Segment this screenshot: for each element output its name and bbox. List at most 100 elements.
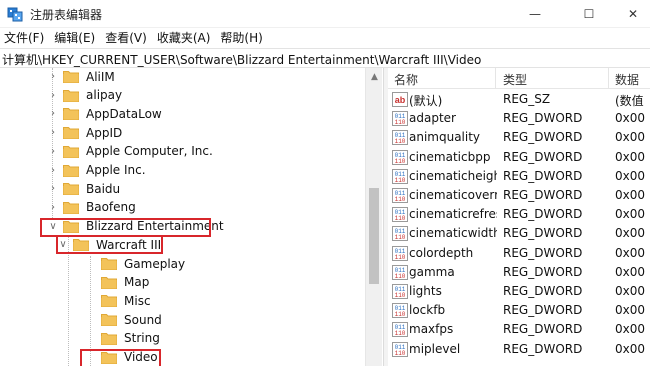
folder-icon — [101, 295, 117, 308]
tree-item-label: Misc — [124, 293, 151, 308]
menu-item[interactable]: 收藏夹(A) — [153, 28, 217, 48]
tree-item-baofeng[interactable]: › Baofeng — [46, 198, 136, 217]
value-name: cinematicheight — [409, 168, 497, 183]
folder-icon — [63, 201, 79, 214]
column-header-type[interactable]: 类型 — [503, 71, 527, 88]
tree-item-label: String — [124, 331, 160, 346]
title-bar: 注册表编辑器 — ☐ ✕ — [0, 0, 650, 28]
tree-item-label: Apple Computer, Inc. — [86, 144, 213, 159]
expand-arrow-icon[interactable]: › — [46, 161, 60, 180]
tree-scrollbar[interactable]: ▲ — [365, 68, 382, 366]
folder-icon — [63, 108, 79, 121]
tree-item-appid[interactable]: › AppID — [46, 123, 122, 142]
value-data: 0x00 — [615, 341, 646, 356]
svg-text:110: 110 — [395, 158, 406, 165]
value-name: gamma — [409, 264, 455, 279]
svg-text:110: 110 — [395, 138, 406, 145]
menu-bar: 文件(F) 编辑(E) 查看(V) 收藏夹(A) 帮助(H) — [0, 28, 650, 48]
column-divider[interactable] — [495, 68, 496, 89]
column-headers: 名称 类型 数据 — [388, 68, 650, 89]
tree-item-gameplay[interactable]: Gameplay — [84, 254, 185, 273]
svg-text:110: 110 — [395, 350, 406, 357]
minimize-button[interactable]: — — [512, 0, 558, 28]
menu-item[interactable]: 文件(F) — [0, 28, 50, 48]
svg-text:110: 110 — [395, 330, 406, 337]
value-type: REG_DWORD — [503, 168, 583, 183]
value-data: 0x00 — [615, 322, 646, 337]
tree-item-label: Gameplay — [124, 256, 186, 271]
annotation-highlight-box — [40, 217, 211, 237]
registry-tree: › AliIM › alipay › AppDataLow › AppID › Appl… — [0, 68, 383, 366]
value-data: 0x00 — [615, 168, 646, 183]
svg-text:110: 110 — [395, 215, 406, 222]
expand-arrow-icon[interactable]: › — [46, 198, 60, 217]
expand-arrow-icon[interactable]: › — [46, 104, 60, 123]
list-item[interactable]: 011 110cinematicrefresh REG_DWORD 0x00 — [388, 205, 650, 224]
folder-icon — [63, 127, 79, 140]
list-item[interactable]: 011 110 lights REG_DWORD 0x00 — [388, 282, 650, 301]
value-type: REG_DWORD — [503, 264, 583, 279]
tree-item-alipay[interactable]: › alipay — [46, 86, 122, 105]
expand-arrow-icon[interactable]: › — [46, 86, 60, 105]
tree-item-baidu[interactable]: › Baidu — [46, 179, 120, 198]
list-item[interactable]: 011 110 colordepth REG_DWORD 0x00 — [388, 244, 650, 263]
column-divider[interactable] — [608, 68, 609, 89]
folder-icon — [63, 145, 79, 158]
expand-arrow-icon[interactable]: › — [46, 123, 60, 142]
tree-item-label: Apple Inc. — [86, 163, 146, 177]
dword-value-icon: 011 110 — [392, 130, 408, 146]
value-name: colordepth — [409, 245, 474, 260]
tree-item-map[interactable]: Map — [84, 273, 149, 292]
list-item[interactable]: 011 110 miplevel REG_DWORD 0x00 — [388, 340, 650, 359]
scroll-thumb[interactable] — [369, 188, 379, 284]
list-item[interactable]: 011 110 cinematicbpp REG_DWORD 0x00 — [388, 148, 650, 167]
tree-item-label: AppDataLow — [86, 106, 162, 121]
address-bar[interactable]: 计算机\HKEY_CURRENT_USER\Software\Blizzard … — [0, 48, 650, 68]
value-data: 0x00 — [615, 111, 646, 126]
list-item[interactable]: 011 110 animquality REG_DWORD 0x00 — [388, 128, 650, 147]
tree-item-misc[interactable]: Misc — [84, 291, 151, 310]
value-type: REG_DWORD — [503, 303, 583, 318]
tree-item-sound[interactable]: Sound — [84, 310, 162, 329]
list-item[interactable]: 011 110 cinematicwidth REG_DWORD 0x00 — [388, 224, 650, 243]
column-header-data[interactable]: 数据 — [615, 71, 639, 88]
tree-item-aliim[interactable]: › AliIM — [46, 68, 115, 86]
value-data: 0x00 — [615, 245, 646, 260]
list-item[interactable]: ab (默认) REG_SZ (数值 — [388, 90, 650, 109]
tree-item-appdatalow[interactable]: › AppDataLow — [46, 104, 162, 123]
dword-value-icon: 011 110 — [392, 284, 408, 299]
value-data: 0x00 — [615, 149, 646, 164]
values-list: 名称 类型 数据 ab (默认) REG_SZ (数值 011 110 adapter R… — [388, 68, 650, 366]
expand-arrow-icon[interactable]: › — [46, 142, 60, 161]
dword-value-icon: 011 110 — [392, 264, 408, 280]
expand-arrow-icon[interactable]: › — [46, 68, 60, 86]
address-path[interactable]: 计算机\HKEY_CURRENT_USER\Software\Blizzard … — [2, 51, 481, 68]
value-data: 0x00 — [615, 130, 646, 145]
list-item[interactable]: 011 110cinematicoverr... REG_DWORD 0x00 — [388, 186, 650, 205]
column-header-name[interactable]: 名称 — [394, 71, 418, 88]
tree-item-apple-computer-inc[interactable]: › Apple Computer, Inc. — [46, 142, 213, 161]
scroll-up-icon[interactable]: ▲ — [366, 68, 383, 85]
window-title: 注册表编辑器 — [30, 8, 103, 22]
tree-item-apple-inc[interactable]: › Apple Inc. — [46, 161, 146, 180]
svg-text:110: 110 — [395, 119, 406, 126]
value-type: REG_SZ — [503, 92, 551, 106]
menu-item[interactable]: 编辑(E) — [50, 28, 101, 48]
list-item[interactable]: 011 110 maxfps REG_DWORD 0x00 — [388, 320, 650, 339]
list-item[interactable]: 011 110 adapter REG_DWORD 0x00 — [388, 109, 650, 128]
svg-text:110: 110 — [395, 254, 406, 261]
list-item[interactable]: 011 110 gamma REG_DWORD 0x00 — [388, 263, 650, 282]
maximize-button[interactable]: ☐ — [566, 0, 612, 28]
list-item[interactable]: 011 110 lockfb REG_DWORD 0x00 — [388, 301, 650, 320]
svg-text:110: 110 — [395, 196, 406, 203]
value-name: cinematicrefresh — [409, 207, 497, 222]
list-item[interactable]: 011 110 cinematicheight REG_DWORD 0x00 — [388, 167, 650, 186]
folder-icon — [101, 258, 117, 270]
tree-item-string[interactable]: String — [84, 329, 160, 348]
menu-item[interactable]: 查看(V) — [101, 28, 153, 48]
expand-arrow-icon[interactable]: › — [46, 179, 60, 198]
folder-icon — [101, 332, 117, 345]
menu-item[interactable]: 帮助(H) — [216, 28, 268, 48]
close-button[interactable]: ✕ — [610, 0, 650, 28]
